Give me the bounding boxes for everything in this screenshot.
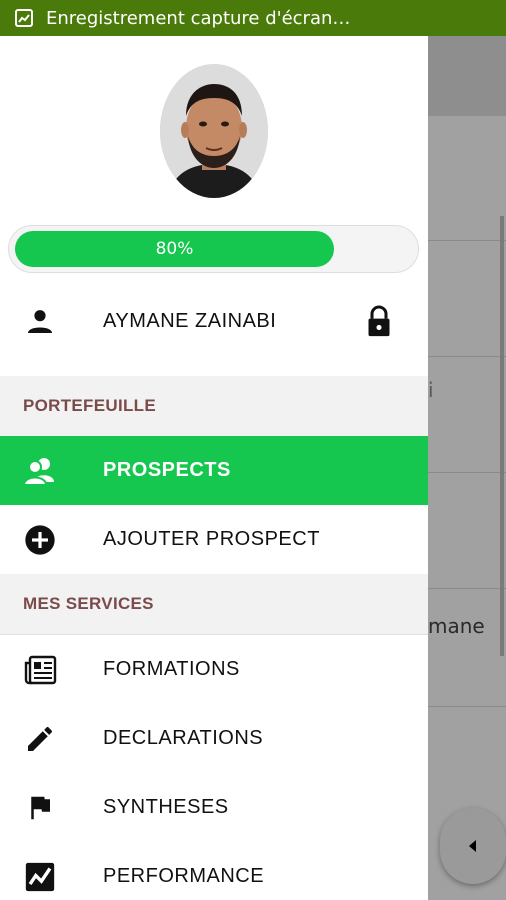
chart-icon bbox=[22, 859, 58, 895]
user-photo-avatar bbox=[160, 64, 268, 198]
background-fab-button[interactable] bbox=[440, 808, 506, 884]
menu-item-label: SYNTHESES bbox=[103, 796, 229, 818]
progress-label: 80% bbox=[155, 239, 194, 259]
user-name: AYMANE ZAINABI bbox=[103, 309, 277, 332]
person-icon bbox=[22, 303, 58, 339]
background-scrollbar bbox=[500, 216, 504, 656]
background-app-scrim[interactable]: i mane bbox=[428, 36, 506, 900]
navigation-drawer: 80% AYMANE ZAINABI PORTEFEUILLE PROSPECT… bbox=[0, 36, 428, 900]
newspaper-icon bbox=[22, 652, 58, 688]
menu-item-ajouter-prospect[interactable]: AJOUTER PROSPECT bbox=[0, 505, 428, 574]
lock-icon[interactable] bbox=[361, 303, 397, 339]
menu-item-label: AJOUTER PROSPECT bbox=[103, 528, 320, 550]
add-circle-icon bbox=[22, 522, 58, 558]
menu-item-prospects[interactable]: PROSPECTS bbox=[0, 436, 428, 505]
group-icon bbox=[22, 453, 58, 489]
menu-item-label: PERFORMANCE bbox=[103, 865, 265, 887]
background-divider bbox=[428, 356, 506, 357]
background-text-name: mane bbox=[428, 614, 485, 638]
menu-item-declarations[interactable]: DECLARATIONS bbox=[0, 704, 428, 773]
menu-item-performance[interactable]: PERFORMANCE bbox=[0, 842, 428, 900]
menu-item-label: DECLARATIONS bbox=[103, 727, 264, 749]
flag-icon bbox=[22, 790, 58, 826]
background-text-fragment: i bbox=[428, 378, 434, 402]
menu-item-formations[interactable]: FORMATIONS bbox=[0, 635, 428, 704]
status-bar: Enregistrement capture d'écran… bbox=[0, 0, 506, 36]
menu-item-label: PROSPECTS bbox=[103, 459, 231, 481]
screen-record-icon bbox=[15, 9, 33, 27]
pencil-icon bbox=[22, 721, 58, 757]
background-divider bbox=[428, 588, 506, 589]
menu-item-label: FORMATIONS bbox=[103, 658, 240, 680]
caret-left-icon bbox=[469, 840, 476, 852]
progress-fill: 80% bbox=[15, 231, 334, 267]
section-header-portefeuille: PORTEFEUILLE bbox=[0, 376, 428, 436]
background-divider bbox=[428, 240, 506, 241]
user-row[interactable]: AYMANE ZAINABI bbox=[0, 286, 428, 356]
section-header-mes-services: MES SERVICES bbox=[0, 574, 428, 634]
status-bar-text: Enregistrement capture d'écran… bbox=[46, 7, 351, 29]
background-divider bbox=[428, 472, 506, 473]
avatar[interactable] bbox=[160, 64, 268, 198]
background-divider bbox=[428, 706, 506, 707]
menu-item-syntheses[interactable]: SYNTHESES bbox=[0, 773, 428, 842]
profile-progress-bar: 80% bbox=[8, 225, 419, 273]
background-toolbar bbox=[428, 36, 506, 116]
